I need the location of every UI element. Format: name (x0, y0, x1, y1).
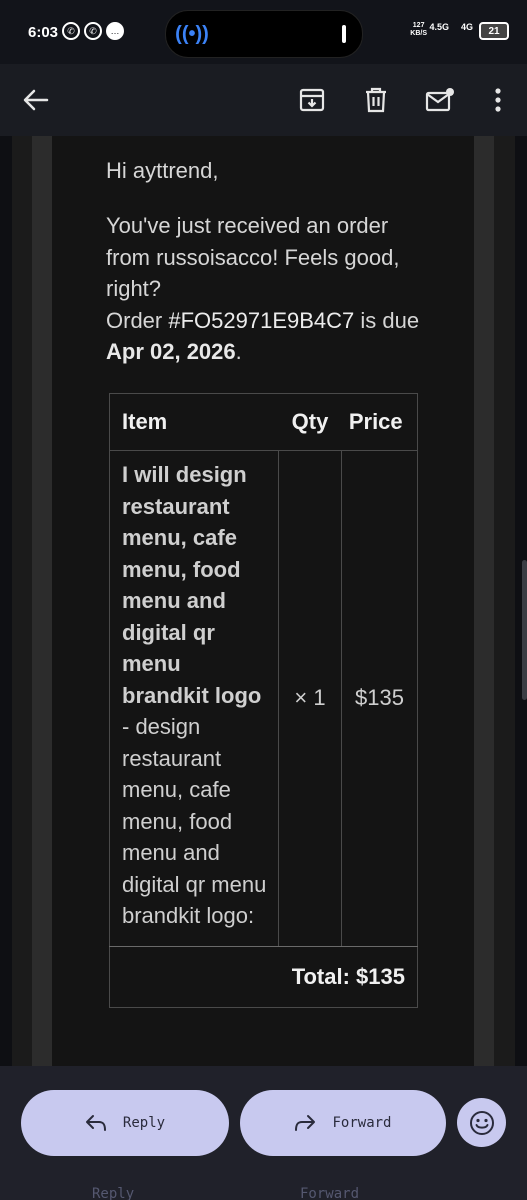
item-description: - design restaurant menu, cafe menu, foo… (122, 714, 267, 928)
island-indicator (342, 25, 346, 43)
notification-icons: ✆ ✆ … (62, 22, 124, 40)
reply-button[interactable]: Reply (21, 1090, 229, 1156)
header-item: Item (109, 393, 279, 451)
greeting: Hi ayttrend, (106, 158, 219, 183)
emoji-icon (469, 1110, 494, 1135)
network-speed: 127 KB/S (410, 22, 427, 37)
delete-button[interactable] (356, 80, 396, 120)
qty-cell: × 1 (278, 450, 342, 947)
chat-icon: … (106, 22, 124, 40)
due-date: Apr 02, 2026 (106, 339, 236, 364)
app-bar (0, 64, 527, 136)
more-vert-icon (495, 88, 501, 112)
order-total: Total: $135 (291, 963, 405, 989)
archive-icon (299, 88, 325, 112)
forward-icon (295, 1115, 316, 1131)
whatsapp-business-icon: ✆ (84, 22, 102, 40)
scrollbar[interactable] (522, 560, 527, 700)
email-frame-inner-left (32, 136, 52, 1066)
whatsapp-icon: ✆ (62, 22, 80, 40)
dynamic-island[interactable]: ((•)) (165, 10, 363, 58)
arrow-left-icon (23, 89, 49, 111)
reply-icon (85, 1115, 106, 1131)
order-message: You've just received an order from russo… (106, 213, 420, 364)
order-table: Item Qty Price I will design restaurant … (109, 393, 418, 1008)
table-row: I will design restaurant menu, cafe menu… (109, 450, 418, 947)
mark-unread-button[interactable] (420, 80, 460, 120)
battery-icon: 21 (479, 22, 509, 40)
email-frame-left (12, 136, 32, 1066)
archive-button[interactable] (292, 80, 332, 120)
ghost-forward: Forward (300, 1186, 360, 1200)
back-button[interactable] (16, 80, 56, 120)
status-time: 6:03 (28, 24, 59, 41)
item-cell: I will design restaurant menu, cafe menu… (109, 450, 279, 947)
emoji-reaction-button[interactable] (457, 1098, 506, 1147)
ghost-reply: Reply (92, 1186, 135, 1200)
more-options-button[interactable] (478, 80, 518, 120)
email-frame-right (494, 136, 515, 1066)
signal-2: 4G (460, 22, 473, 32)
header-price: Price (341, 393, 418, 451)
email-frame-inner-right (474, 136, 494, 1066)
hotspot-icon: ((•)) (175, 22, 209, 45)
signal-1: 4.5G (429, 22, 449, 32)
price-cell: $135 (341, 450, 418, 947)
mark-unread-icon (425, 88, 454, 112)
order-id: #FO52971E9B4C7 (168, 307, 355, 333)
forward-button[interactable]: Forward (240, 1090, 446, 1156)
forward-label: Forward (332, 1115, 392, 1131)
reply-label: Reply (122, 1115, 166, 1131)
status-bar: 6:03 ✆ ✆ … ((•)) 127 KB/S 4.5G 4G 21 (0, 0, 527, 64)
trash-icon (366, 87, 386, 113)
item-title: I will design restaurant menu, cafe menu… (122, 462, 262, 708)
header-qty: Qty (278, 393, 342, 451)
